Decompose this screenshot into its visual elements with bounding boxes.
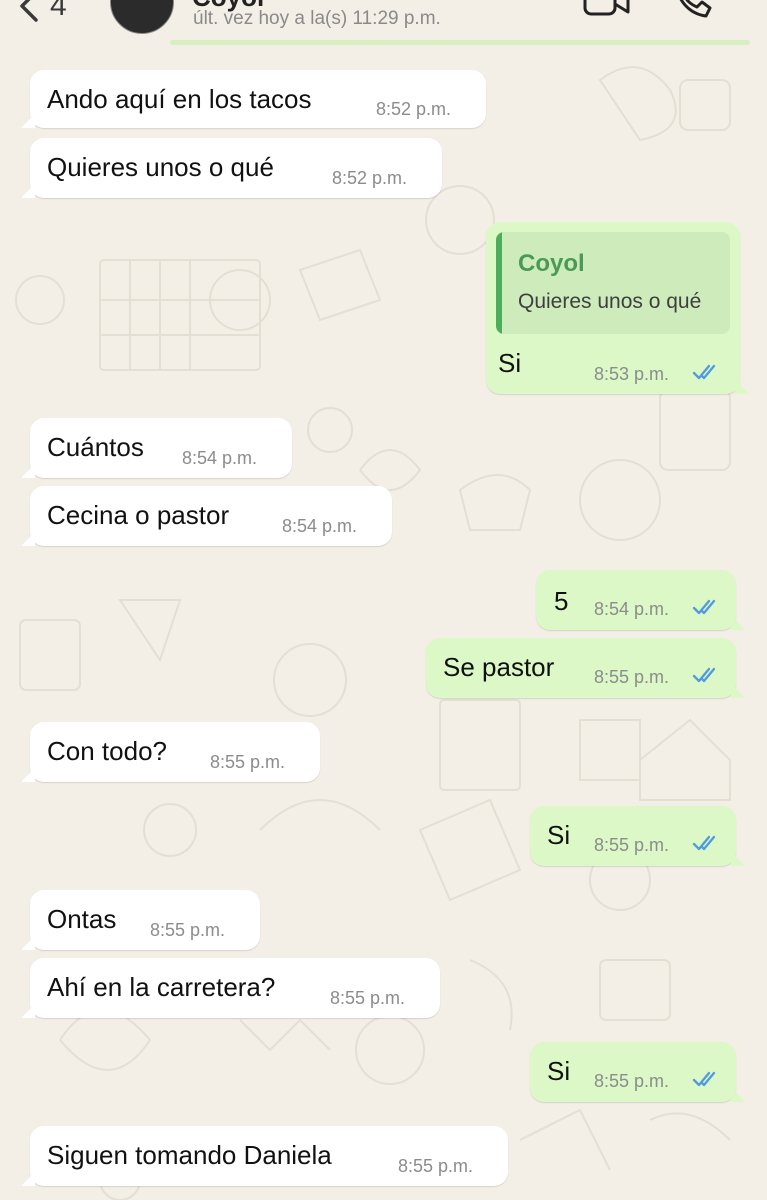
- video-call-icon[interactable]: [583, 0, 631, 20]
- message-bubble-incoming[interactable]: Quieres unos o qué 8:52 p.m.: [21, 138, 442, 198]
- message-text: Si: [498, 348, 522, 378]
- message-time: 8:53 p.m.: [594, 364, 670, 384]
- quote-text: Quieres unos o qué: [518, 290, 702, 313]
- bubble-tail: [21, 1004, 35, 1018]
- message-text: Ahí en la carretera?: [47, 972, 276, 1002]
- message-bubble-incoming[interactable]: Ontas 8:55 p.m.: [21, 890, 260, 950]
- message-time: 8:55 p.m.: [210, 752, 286, 772]
- message-text: Cuántos: [47, 432, 144, 462]
- message-text: Siguen tomando Daniela: [47, 1140, 332, 1170]
- message-time: 8:55 p.m.: [594, 1071, 670, 1091]
- message-bubble-outgoing[interactable]: Coyol Quieres unos o qué Si 8:53 p.m.: [486, 222, 749, 394]
- message-text: Con todo?: [47, 736, 167, 766]
- message-text: Quieres unos o qué: [47, 152, 274, 182]
- message-time: 8:55 p.m.: [330, 988, 406, 1008]
- last-seen-status: últ. vez hoy a la(s) 11:29 p.m.: [193, 8, 441, 29]
- bubble-tail: [21, 1172, 35, 1186]
- message-time: 8:52 p.m.: [376, 99, 452, 119]
- bubble-tail: [21, 114, 35, 128]
- header-divider: [170, 40, 750, 45]
- bubble-tail: [21, 184, 35, 198]
- bubble-tail: [21, 464, 35, 478]
- unread-count: 4: [50, 0, 67, 22]
- message-bubble-outgoing[interactable]: Se pastor 8:55 p.m.: [426, 638, 745, 698]
- bubble-tail: [731, 852, 745, 866]
- quoted-reply[interactable]: Coyol Quieres unos o qué: [496, 232, 730, 334]
- message-bubble-outgoing[interactable]: 5 8:54 p.m.: [536, 570, 745, 630]
- read-ticks-icon: [692, 835, 716, 851]
- read-ticks-icon: [692, 1071, 716, 1087]
- message-text: Cecina o pastor: [47, 500, 230, 530]
- message-text: Si: [547, 1056, 571, 1086]
- quote-accent-bar: [496, 232, 502, 334]
- bubble-tail: [731, 616, 745, 630]
- message-bubble-incoming[interactable]: Siguen tomando Daniela 8:55 p.m.: [21, 1126, 508, 1186]
- bubble-tail: [731, 1088, 745, 1102]
- message-text: Si: [547, 820, 571, 850]
- message-text: 5: [554, 586, 569, 616]
- message-bubble-incoming[interactable]: Cuántos 8:54 p.m.: [21, 418, 292, 478]
- read-ticks-icon: [692, 599, 716, 615]
- message-time: 8:54 p.m.: [282, 516, 358, 536]
- message-text: Ontas: [47, 904, 117, 934]
- bubble-tail: [21, 532, 35, 546]
- bubble-tail: [731, 684, 745, 698]
- message-time: 8:52 p.m.: [332, 168, 408, 188]
- read-ticks-icon: [692, 667, 716, 683]
- message-bubble-incoming[interactable]: Con todo? 8:55 p.m.: [21, 722, 320, 782]
- quote-author: Coyol: [518, 250, 585, 277]
- message-bubble-incoming[interactable]: Cecina o pastor 8:54 p.m.: [21, 486, 392, 546]
- message-time: 8:55 p.m.: [150, 920, 226, 940]
- message-bubble-outgoing[interactable]: Si 8:55 p.m.: [530, 806, 745, 866]
- message-time: 8:55 p.m.: [594, 667, 670, 687]
- chevron-left-icon: [20, 0, 38, 22]
- bubble-tail: [735, 380, 749, 394]
- message-time: 8:54 p.m.: [182, 448, 258, 468]
- message-text: Ando aquí en los tacos: [47, 84, 312, 114]
- chat-header: 4 Coyol últ. vez hoy a la(s) 11:29 p.m.: [0, 0, 767, 48]
- message-time: 8:54 p.m.: [594, 599, 670, 619]
- message-time: 8:55 p.m.: [398, 1156, 474, 1176]
- message-text: Se pastor: [443, 652, 555, 682]
- back-button[interactable]: 4: [18, 0, 67, 26]
- bubble-tail: [21, 768, 35, 782]
- contact-avatar[interactable]: [110, 0, 174, 34]
- message-bubble-incoming[interactable]: Ando aquí en los tacos 8:52 p.m.: [21, 70, 486, 128]
- bubble-tail: [21, 936, 35, 950]
- message-time: 8:55 p.m.: [594, 835, 670, 855]
- message-bubble-outgoing[interactable]: Si 8:55 p.m.: [530, 1042, 745, 1102]
- phone-call-icon[interactable]: [672, 0, 714, 20]
- message-bubble-incoming[interactable]: Ahí en la carretera? 8:55 p.m.: [21, 958, 440, 1018]
- read-ticks-icon: [692, 364, 716, 380]
